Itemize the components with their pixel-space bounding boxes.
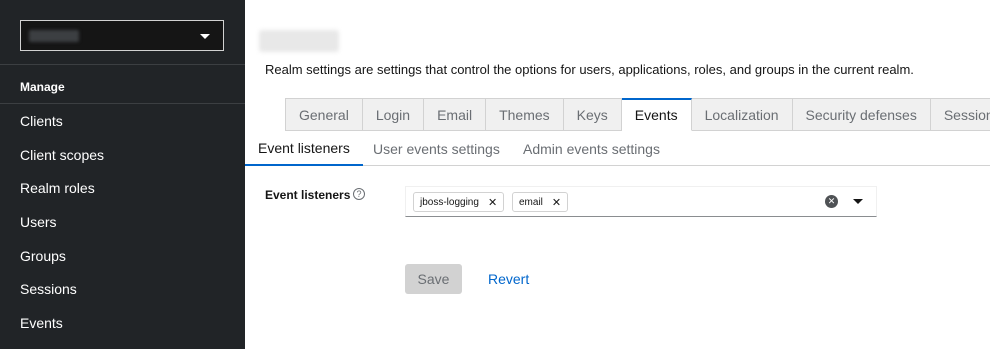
tab-general[interactable]: General bbox=[285, 98, 363, 131]
revert-button[interactable]: Revert bbox=[488, 264, 529, 294]
chip-label: email bbox=[519, 196, 543, 208]
subtab-admin-events-settings[interactable]: Admin events settings bbox=[523, 131, 660, 166]
sidebar: Manage Clients Client scopes Realm roles… bbox=[0, 0, 245, 349]
times-circle-icon[interactable]: ✕ bbox=[825, 195, 838, 208]
page-title-redacted bbox=[259, 30, 339, 52]
tab-sessions[interactable]: Sessions bbox=[930, 98, 990, 131]
sidebar-divider bbox=[0, 103, 245, 104]
page-description: Realm settings are settings that control… bbox=[265, 62, 914, 77]
tab-keys[interactable]: Keys bbox=[563, 98, 622, 131]
sidebar-item-realm-roles[interactable]: Realm roles bbox=[20, 180, 95, 196]
realm-name-redacted bbox=[29, 30, 79, 42]
tab-login[interactable]: Login bbox=[362, 98, 425, 131]
chip-email: email ✕ bbox=[512, 192, 569, 212]
realm-settings-tabs: General Login Email Themes Keys Events L… bbox=[285, 98, 990, 131]
sidebar-item-client-scopes[interactable]: Client scopes bbox=[20, 147, 104, 163]
times-icon[interactable]: ✕ bbox=[552, 196, 561, 209]
events-subtabs: Event listeners User events settings Adm… bbox=[245, 131, 990, 166]
sidebar-section-manage: Manage bbox=[20, 80, 65, 94]
tab-localization[interactable]: Localization bbox=[691, 98, 793, 131]
sidebar-item-clients[interactable]: Clients bbox=[20, 113, 63, 129]
times-icon[interactable]: ✕ bbox=[488, 196, 497, 209]
tab-security-defenses[interactable]: Security defenses bbox=[792, 98, 931, 131]
event-listeners-select[interactable]: jboss-logging ✕ email ✕ ✕ bbox=[405, 186, 877, 217]
subtab-user-events-settings[interactable]: User events settings bbox=[373, 131, 500, 166]
subtab-event-listeners[interactable]: Event listeners bbox=[245, 131, 363, 166]
caret-down-icon[interactable] bbox=[853, 199, 863, 204]
event-listeners-label: Event listeners bbox=[265, 188, 351, 202]
chip-jboss-logging: jboss-logging ✕ bbox=[413, 192, 505, 212]
save-button[interactable]: Save bbox=[405, 264, 462, 294]
sidebar-divider bbox=[0, 64, 245, 65]
sidebar-item-sessions[interactable]: Sessions bbox=[20, 281, 77, 297]
sidebar-item-groups[interactable]: Groups bbox=[20, 248, 66, 264]
caret-down-icon bbox=[200, 34, 210, 39]
sidebar-item-users[interactable]: Users bbox=[20, 214, 57, 230]
chip-label: jboss-logging bbox=[420, 196, 479, 208]
realm-selector[interactable] bbox=[20, 20, 224, 51]
tab-events[interactable]: Events bbox=[621, 98, 692, 131]
tab-email[interactable]: Email bbox=[424, 98, 487, 131]
question-circle-icon[interactable]: ? bbox=[353, 188, 365, 200]
tab-themes[interactable]: Themes bbox=[486, 98, 564, 131]
sidebar-item-events[interactable]: Events bbox=[20, 315, 63, 331]
